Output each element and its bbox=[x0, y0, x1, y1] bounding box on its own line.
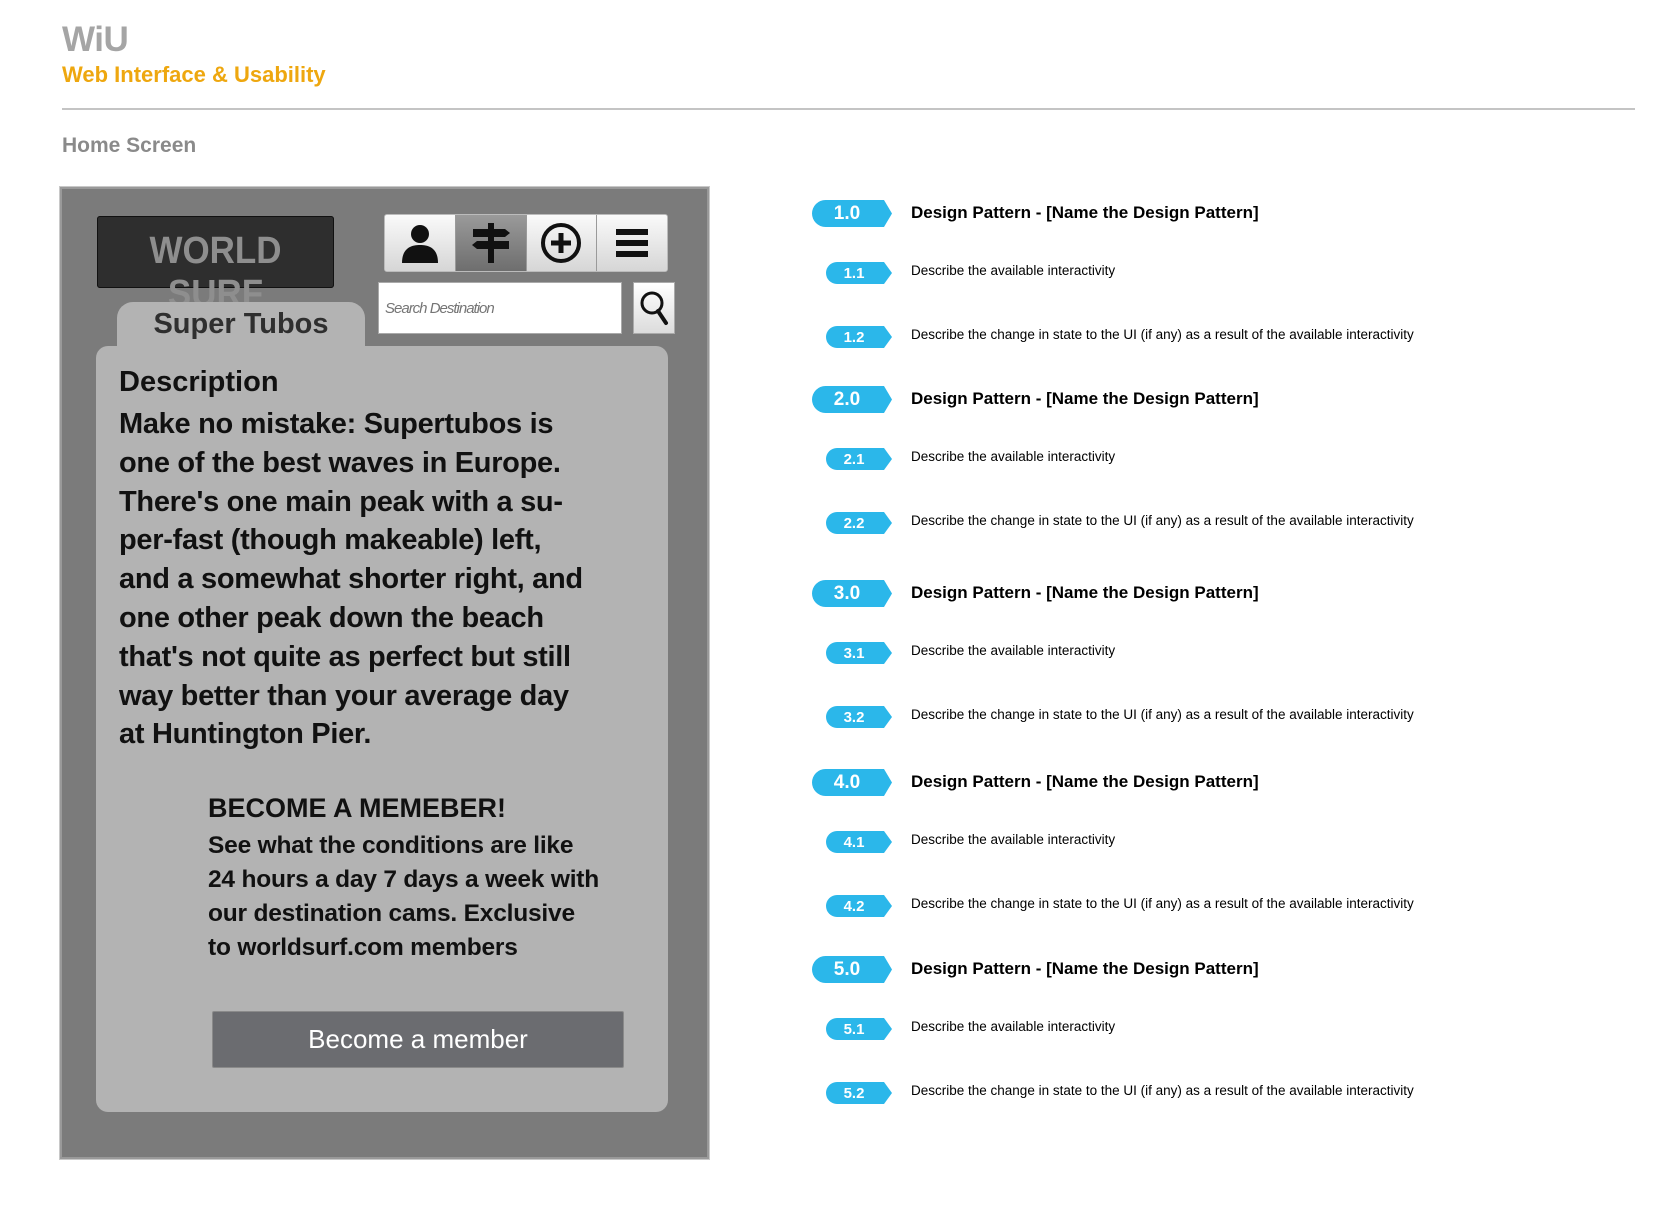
description-body: Make no mistake: Supertubos is one of the… bbox=[119, 405, 639, 754]
destinations-button[interactable] bbox=[455, 215, 527, 271]
annotation-id: 2.1 bbox=[843, 450, 865, 468]
design-pattern-label: Design Pattern - [Name the Design Patter… bbox=[911, 959, 1259, 978]
member-line: 24 hours a day 7 days a week with bbox=[208, 866, 600, 893]
tab-label: Super Tubos bbox=[153, 308, 329, 340]
annotation-id: 1.2 bbox=[843, 328, 865, 346]
annotation-tag: 1.0 bbox=[812, 200, 892, 227]
annotation-id: 2.0 bbox=[833, 388, 861, 410]
search-input[interactable] bbox=[383, 283, 617, 333]
brand-subtitle: Web Interface & Usability bbox=[62, 62, 326, 87]
annotation-description: Describe the change in state to the UI (… bbox=[911, 1083, 1414, 1098]
description-heading: Description bbox=[119, 366, 279, 398]
description-line: at Huntington Pier. bbox=[119, 718, 372, 751]
annotation-description: Describe the available interactivity bbox=[911, 832, 1116, 847]
description-line: per-fast (though makeable) left, bbox=[119, 524, 542, 557]
annotation-description: Describe the change in state to the UI (… bbox=[911, 513, 1414, 528]
annotation-id: 3.0 bbox=[833, 582, 861, 604]
annotation-id: 4.0 bbox=[833, 771, 861, 793]
world-surf-logo[interactable]: WORLD SURF bbox=[97, 216, 334, 315]
profile-button[interactable] bbox=[385, 215, 456, 271]
menu-icon bbox=[616, 229, 649, 257]
annotation-tag: 5.0 bbox=[812, 956, 892, 983]
search-button[interactable] bbox=[633, 282, 675, 334]
menu-button[interactable] bbox=[597, 215, 667, 271]
annotation-tag: 3.0 bbox=[812, 580, 892, 607]
annotation-id: 2.2 bbox=[843, 514, 865, 532]
header-divider bbox=[62, 108, 1635, 110]
design-pattern-label: Design Pattern - [Name the Design Patter… bbox=[911, 203, 1259, 222]
annotation-description: Describe the change in state to the UI (… bbox=[911, 896, 1414, 911]
annotation-tag: 3.1 bbox=[826, 642, 892, 664]
annotation-description: Describe the available interactivity bbox=[911, 449, 1116, 464]
description-line: and a somewhat shorter right, and bbox=[119, 563, 583, 596]
annotation-tag: 3.2 bbox=[826, 706, 892, 728]
add-circle-icon bbox=[541, 223, 582, 263]
annotation-tag: 5.1 bbox=[826, 1018, 892, 1040]
member-heading: BECOME A MEMEBER! bbox=[208, 793, 507, 823]
annotation-id: 4.2 bbox=[843, 897, 865, 915]
design-pattern-label: Design Pattern - [Name the Design Patter… bbox=[911, 583, 1259, 602]
design-pattern-label: Design Pattern - [Name the Design Patter… bbox=[911, 389, 1259, 408]
annotation-description: Describe the available interactivity bbox=[911, 263, 1116, 278]
description-line: There's one main peak with a su- bbox=[119, 485, 563, 518]
annotation-tag: 5.2 bbox=[826, 1082, 892, 1104]
annotation-tag: 2.1 bbox=[826, 448, 892, 470]
nav-icon-bar bbox=[384, 214, 668, 272]
description-line: that's not quite as perfect but still bbox=[119, 640, 571, 673]
member-line: See what the conditions are like bbox=[208, 832, 574, 859]
annotation-tag: 1.1 bbox=[826, 262, 892, 284]
add-button[interactable] bbox=[526, 215, 598, 271]
design-pattern-label: Design Pattern - [Name the Design Patter… bbox=[911, 772, 1259, 791]
user-icon bbox=[401, 225, 438, 263]
member-line: our destination cams. Exclusive bbox=[208, 900, 575, 927]
tab-super-tubos[interactable]: Super Tubos bbox=[117, 302, 365, 352]
description-line: one of the best waves in Europe. bbox=[119, 446, 561, 479]
annotation-id: 4.1 bbox=[843, 833, 865, 851]
annotation-id: 5.2 bbox=[843, 1084, 865, 1102]
brand-title: WiU bbox=[62, 20, 129, 59]
annotation-id: 5.1 bbox=[843, 1020, 865, 1038]
annotation-tag: 1.2 bbox=[826, 326, 892, 348]
annotation-id: 3.2 bbox=[843, 708, 865, 726]
annotation-tag: 4.1 bbox=[826, 831, 892, 853]
description-line: way better than your average day bbox=[119, 679, 569, 712]
annotation-tag: 2.2 bbox=[826, 512, 892, 534]
annotation-description: Describe the change in state to the UI (… bbox=[911, 707, 1414, 722]
description-line: one other peak down the beach bbox=[119, 601, 544, 634]
signpost-icon bbox=[471, 223, 510, 263]
screen-title: Home Screen bbox=[62, 134, 197, 157]
description-line: Make no mistake: Supertubos is bbox=[119, 408, 554, 440]
search-icon bbox=[640, 291, 668, 325]
member-body: See what the conditions are like 24 hours… bbox=[208, 829, 638, 965]
annotation-id: 3.1 bbox=[843, 644, 865, 662]
annotation-tag: 2.0 bbox=[812, 386, 892, 413]
become-member-button[interactable]: Become a member bbox=[212, 1011, 624, 1068]
member-line: to worldsurf.com members bbox=[208, 934, 518, 961]
annotation-tag: 4.0 bbox=[812, 769, 892, 796]
search-box bbox=[378, 282, 622, 334]
annotation-id: 1.1 bbox=[843, 264, 865, 282]
annotation-id: 1.0 bbox=[833, 202, 861, 224]
annotation-id: 5.0 bbox=[833, 958, 861, 980]
annotation-description: Describe the change in state to the UI (… bbox=[911, 327, 1414, 342]
annotation-description: Describe the available interactivity bbox=[911, 643, 1116, 658]
annotation-tag: 4.2 bbox=[826, 895, 892, 917]
annotation-description: Describe the available interactivity bbox=[911, 1019, 1116, 1034]
